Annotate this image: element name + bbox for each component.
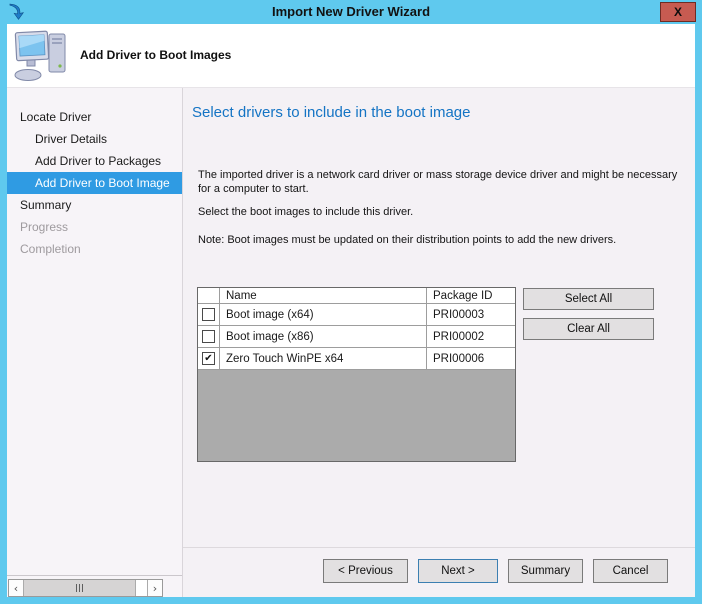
cancel-button[interactable]: Cancel xyxy=(593,559,668,583)
wizard-step-add-driver-to-packages: Add Driver to Packages xyxy=(7,150,182,172)
scroll-thumb[interactable] xyxy=(24,580,136,596)
select-all-button[interactable]: Select All xyxy=(523,288,654,310)
wizard-step-progress: Progress xyxy=(7,216,182,238)
page-description: The imported driver is a network card dr… xyxy=(198,168,680,196)
boot-image-name: Boot image (x86) xyxy=(220,326,427,347)
wizard-step-completion: Completion xyxy=(7,238,182,260)
computer-icon xyxy=(13,30,71,82)
checkbox-cell xyxy=(198,326,220,347)
horizontal-scrollbar[interactable]: ‹ › xyxy=(8,579,163,597)
wizard-steps-list: Locate DriverDriver DetailsAdd Driver to… xyxy=(7,88,182,260)
wizard-body: Locate DriverDriver DetailsAdd Driver to… xyxy=(7,88,695,597)
boot-image-name: Zero Touch WinPE x64 xyxy=(220,348,427,369)
table-header-checkbox-column xyxy=(198,288,220,303)
sidebar-scroll-area: ‹ › xyxy=(7,575,182,597)
window-title: Import New Driver Wizard xyxy=(0,0,702,24)
page-instruction: Select the boot images to include this d… xyxy=(198,205,680,219)
scroll-grip-icon xyxy=(76,584,83,592)
table-header-package-id: Package ID xyxy=(427,288,515,303)
previous-button[interactable]: < Previous xyxy=(323,559,408,583)
footer-buttons: < Previous Next > Summary Cancel xyxy=(323,559,668,583)
scroll-right-button[interactable]: › xyxy=(147,580,162,596)
titlebar: Import New Driver Wizard X xyxy=(0,0,702,24)
clear-all-button[interactable]: Clear All xyxy=(523,318,654,340)
wizard-step-locate-driver: Locate Driver xyxy=(7,106,182,128)
wizard-page: Select drivers to include in the boot im… xyxy=(183,88,695,597)
wizard-steps-sidebar: Locate DriverDriver DetailsAdd Driver to… xyxy=(7,88,183,597)
scroll-track[interactable] xyxy=(136,580,147,596)
header-title: Add Driver to Boot Images xyxy=(80,48,231,62)
package-id: PRI00002 xyxy=(427,326,515,347)
footer-divider xyxy=(183,547,695,548)
wizard-step-add-driver-to-boot-image: Add Driver to Boot Image xyxy=(7,172,182,194)
wizard-frame: Add Driver to Boot Images Locate DriverD… xyxy=(7,24,695,597)
table-row-boot-image-x64[interactable]: Boot image (x64)PRI00003 xyxy=(198,304,515,326)
table-empty-area xyxy=(198,370,515,461)
checkbox-cell: ✔ xyxy=(198,348,220,369)
wizard-window: Import New Driver Wizard X xyxy=(0,0,702,604)
wizard-header: Add Driver to Boot Images xyxy=(7,24,695,88)
wizard-step-driver-details: Driver Details xyxy=(7,128,182,150)
next-button[interactable]: Next > xyxy=(418,559,498,583)
table-row-boot-image-x86[interactable]: Boot image (x86)PRI00002 xyxy=(198,326,515,348)
unchecked-checkbox[interactable] xyxy=(202,308,215,321)
checkbox-cell xyxy=(198,304,220,325)
table-header-row: Name Package ID xyxy=(198,288,515,304)
boot-image-name: Boot image (x64) xyxy=(220,304,427,325)
scroll-left-button[interactable]: ‹ xyxy=(9,580,24,596)
summary-button[interactable]: Summary xyxy=(508,559,583,583)
package-id: PRI00003 xyxy=(427,304,515,325)
page-note: Note: Boot images must be updated on the… xyxy=(198,233,680,247)
package-id: PRI00006 xyxy=(427,348,515,369)
checked-checkbox[interactable]: ✔ xyxy=(202,352,215,365)
table-header-name: Name xyxy=(220,288,427,303)
boot-images-table: Name Package ID Boot image (x64)PRI00003… xyxy=(197,287,516,462)
table-row-zero-touch-winpe-x64[interactable]: ✔ Zero Touch WinPE x64PRI00006 xyxy=(198,348,515,370)
page-title: Select drivers to include in the boot im… xyxy=(192,104,471,121)
close-button[interactable]: X xyxy=(660,2,696,22)
wizard-step-summary: Summary xyxy=(7,194,182,216)
unchecked-checkbox[interactable] xyxy=(202,330,215,343)
